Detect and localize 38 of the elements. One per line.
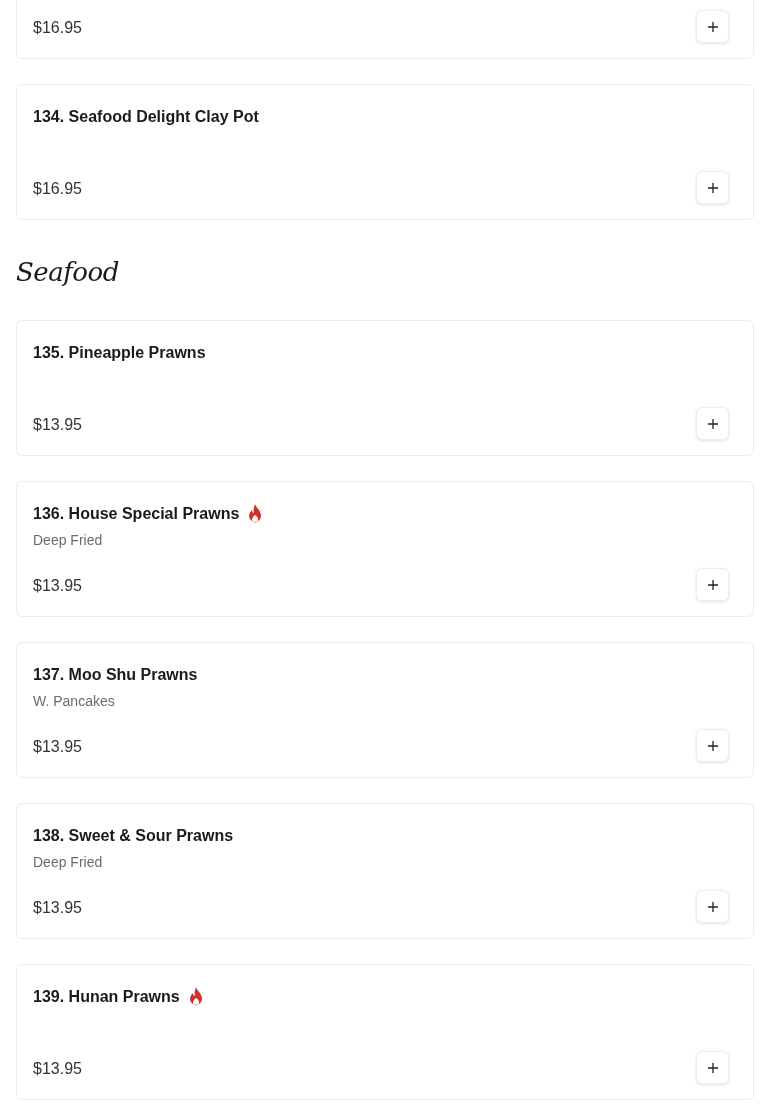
- menu-item-card[interactable]: 134. Seafood Delight Clay Pot $16.95: [16, 84, 754, 220]
- item-description: Deep Fried: [33, 854, 104, 870]
- menu-item-card[interactable]: $16.95: [16, 0, 754, 59]
- menu-item-card[interactable]: 135. Pineapple Prawns $13.95: [16, 320, 754, 456]
- item-name: 134. Seafood Delight Clay Pot: [33, 108, 259, 126]
- menu-item-card[interactable]: 138. Sweet & Sour Prawns Deep Fried $13.95: [16, 803, 754, 939]
- menu-item-card[interactable]: 136. House Special Prawns Deep Fried $13.95: [16, 481, 754, 617]
- plus-icon: [707, 740, 718, 751]
- plus-icon: [707, 901, 718, 912]
- menu-item-card[interactable]: 139. Hunan Prawns $13.95: [16, 964, 754, 1100]
- add-button[interactable]: [696, 1051, 729, 1084]
- add-button[interactable]: [696, 10, 729, 43]
- add-button[interactable]: [696, 171, 729, 204]
- item-price: $13.95: [33, 738, 82, 757]
- item-price: $16.95: [33, 180, 82, 199]
- add-button[interactable]: [696, 568, 729, 601]
- add-button[interactable]: [696, 890, 729, 923]
- item-name: 136. House Special Prawns: [33, 505, 240, 523]
- item-name: 138. Sweet & Sour Prawns: [33, 827, 234, 845]
- plus-icon: [707, 579, 718, 590]
- item-price: $13.95: [33, 1060, 82, 1079]
- item-description: Deep Fried: [33, 532, 104, 548]
- item-price: $13.95: [33, 416, 82, 435]
- item-description: W. Pancakes: [33, 693, 116, 709]
- category-heading: Seafood: [16, 256, 120, 289]
- item-price: $13.95: [33, 577, 82, 596]
- plus-icon: [707, 21, 718, 32]
- item-price: $13.95: [33, 899, 82, 918]
- item-name: 139. Hunan Prawns: [33, 988, 180, 1006]
- add-button[interactable]: [696, 407, 729, 440]
- menu-item-card[interactable]: 137. Moo Shu Prawns W. Pancakes $13.95: [16, 642, 754, 778]
- item-name: 135. Pineapple Prawns: [33, 344, 206, 362]
- add-button[interactable]: [696, 729, 729, 762]
- plus-icon: [707, 418, 718, 429]
- plus-icon: [707, 182, 718, 193]
- item-name: 137. Moo Shu Prawns: [33, 666, 198, 684]
- plus-icon: [707, 1062, 718, 1073]
- item-price: $16.95: [33, 19, 82, 38]
